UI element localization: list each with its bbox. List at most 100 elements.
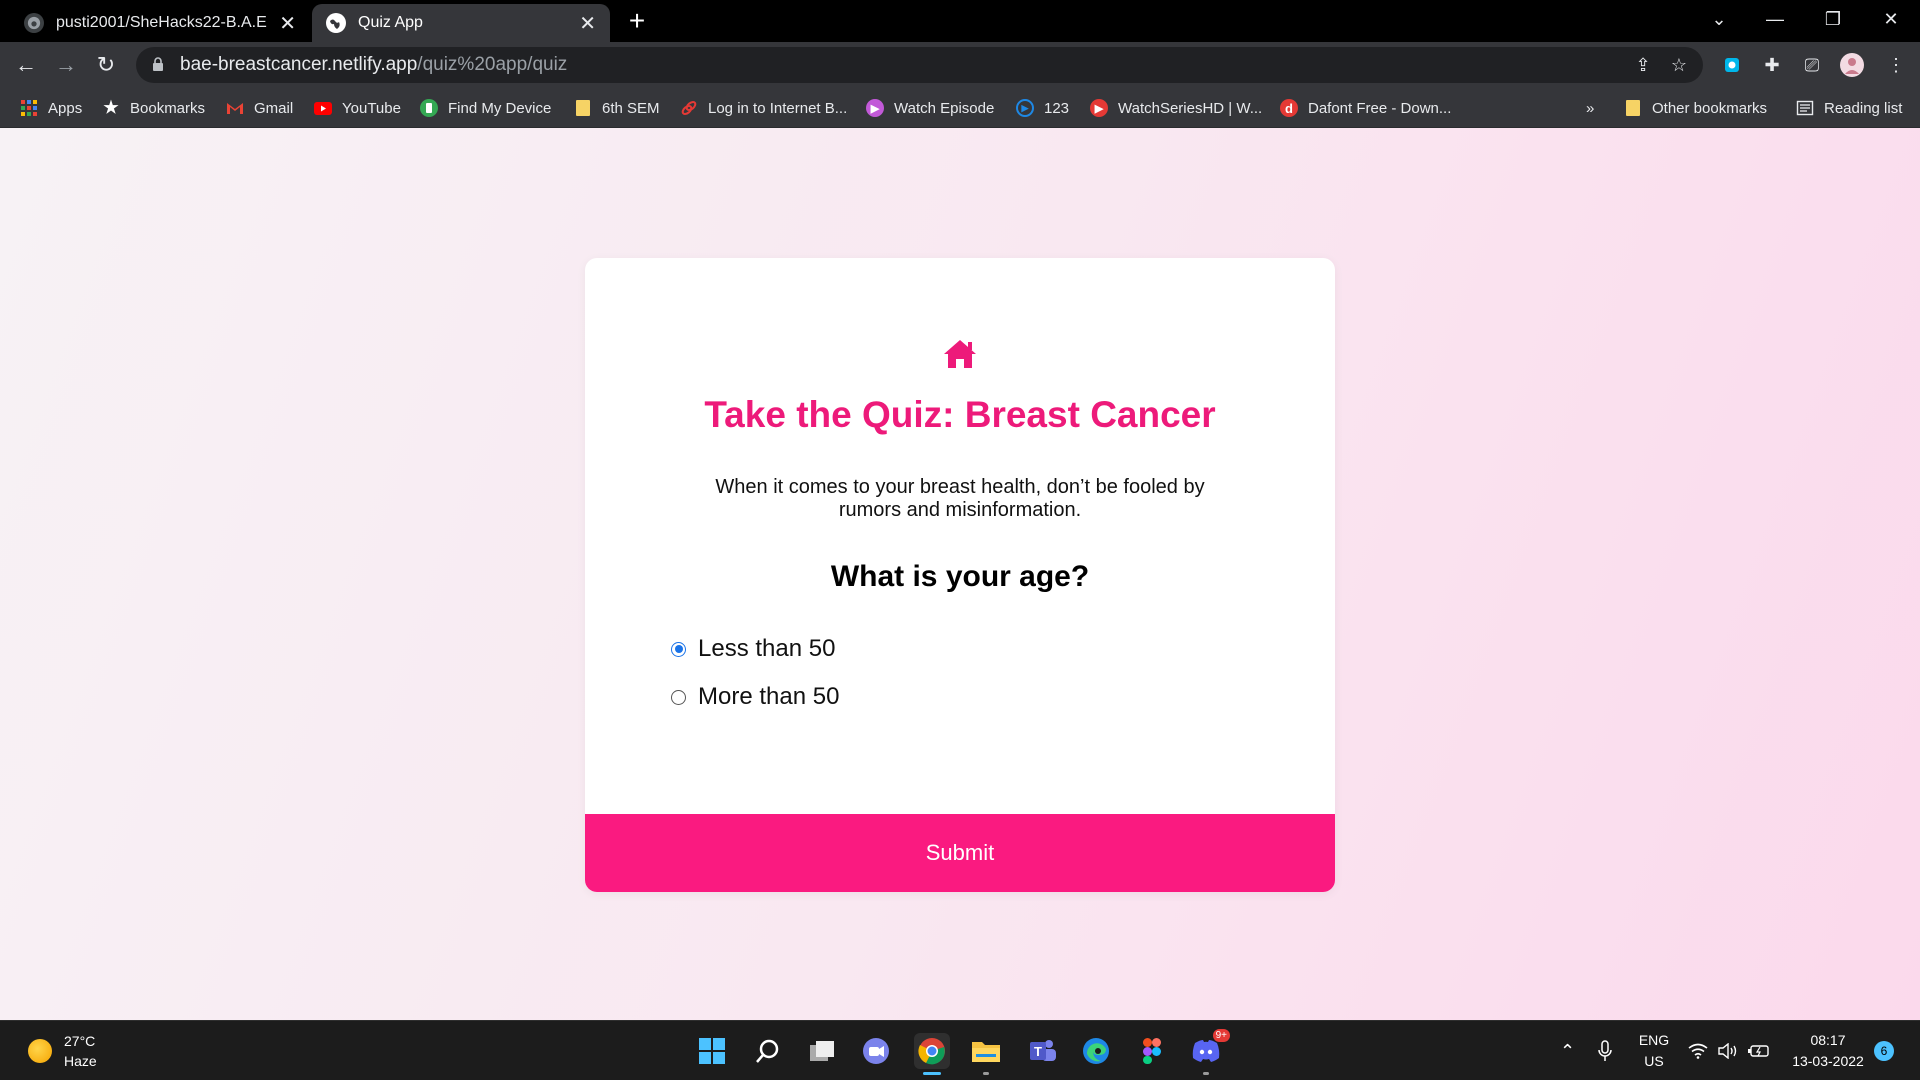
bookmark-star-icon[interactable]: ☆ bbox=[1665, 51, 1693, 79]
windows-start-icon[interactable] bbox=[694, 1033, 730, 1069]
star-icon: ★ bbox=[103, 98, 119, 117]
folder-icon bbox=[1624, 99, 1642, 117]
bookmark-bookmarks[interactable]: ★ Bookmarks bbox=[102, 88, 205, 128]
chrome-icon[interactable] bbox=[914, 1033, 950, 1075]
extension-icon[interactable] bbox=[1716, 49, 1748, 81]
bookmark-label: YouTube bbox=[342, 99, 401, 117]
bookmark-6th-sem[interactable]: 6th SEM bbox=[574, 88, 660, 128]
volume-icon[interactable] bbox=[1718, 1021, 1738, 1080]
bookmark-123[interactable]: ▶ 123 bbox=[1016, 88, 1069, 128]
weather-condition: Haze bbox=[64, 1053, 97, 1069]
discord-icon[interactable]: 9+ bbox=[1188, 1029, 1230, 1075]
option-less-than-50[interactable]: Less than 50 bbox=[671, 634, 835, 664]
gmail-icon bbox=[226, 99, 244, 117]
home-icon[interactable] bbox=[942, 338, 978, 370]
reading-list-button[interactable]: Reading list bbox=[1796, 88, 1902, 128]
address-bar[interactable]: bae-breastcancer.netlify.app/quiz%20app/… bbox=[136, 47, 1703, 83]
active-indicator bbox=[923, 1072, 941, 1075]
chat-icon[interactable] bbox=[858, 1033, 894, 1069]
close-tab-icon[interactable]: ✕ bbox=[579, 11, 596, 36]
task-view-icon[interactable] bbox=[804, 1033, 840, 1069]
question-text: What is your age? bbox=[830, 560, 1090, 593]
close-window-button[interactable]: ✕ bbox=[1868, 0, 1914, 38]
globe-icon bbox=[326, 13, 346, 33]
input-language[interactable]: ENG bbox=[1636, 1032, 1672, 1048]
bookmarks-overflow[interactable]: » bbox=[1586, 88, 1594, 128]
tab-strip: pusti2001/SheHacks22-B.A.E ✕ Quiz App ✕ … bbox=[0, 0, 1920, 42]
input-region[interactable]: US bbox=[1636, 1053, 1672, 1069]
battery-icon[interactable] bbox=[1748, 1021, 1770, 1080]
bookmark-find-my-device[interactable]: Find My Device bbox=[420, 88, 551, 128]
bookmark-watchserieshd[interactable]: ▶ WatchSeriesHD | W... bbox=[1090, 88, 1262, 128]
tab-search-icon[interactable]: ⌄ bbox=[1696, 0, 1742, 38]
bookmark-dafont[interactable]: d Dafont Free - Down... bbox=[1280, 88, 1451, 128]
dafont-icon: d bbox=[1280, 99, 1298, 117]
option-label: Less than 50 bbox=[698, 635, 836, 662]
quiz-card: Take the Quiz: Breast Cancer When it com… bbox=[585, 258, 1335, 892]
bookmark-other-bookmarks[interactable]: Other bookmarks bbox=[1624, 88, 1767, 128]
bookmarks-bar: Apps ★ Bookmarks Gmail YouTube Find My D… bbox=[0, 88, 1920, 128]
figma-icon[interactable] bbox=[1134, 1033, 1170, 1069]
share-icon[interactable]: ⇪ bbox=[1629, 51, 1657, 79]
find-device-icon bbox=[420, 99, 438, 117]
play-circle-icon: ▶ bbox=[1016, 99, 1034, 117]
forward-button[interactable]: → bbox=[50, 49, 82, 81]
radio-button[interactable] bbox=[671, 689, 686, 705]
url-path: /quiz%20app/quiz bbox=[417, 54, 568, 75]
bookmark-label: Bookmarks bbox=[130, 99, 206, 117]
tab-quiz-app[interactable]: Quiz App ✕ bbox=[312, 4, 610, 42]
restore-button[interactable]: ❐ bbox=[1810, 0, 1856, 38]
menu-icon[interactable]: ⋮ bbox=[1880, 49, 1912, 81]
youtube-icon bbox=[314, 99, 332, 117]
bookmark-label: WatchSeriesHD | W... bbox=[1118, 99, 1263, 117]
bookmark-apps[interactable]: Apps bbox=[20, 88, 82, 128]
quiz-description: When it comes to your breast health, don… bbox=[715, 476, 1205, 521]
clock-time[interactable]: 08:17 bbox=[1782, 1032, 1874, 1048]
svg-text:T: T bbox=[1034, 1044, 1042, 1059]
page-title: Take the Quiz: Breast Cancer bbox=[704, 394, 1216, 435]
search-icon[interactable] bbox=[750, 1033, 786, 1069]
page-viewport: Take the Quiz: Breast Cancer When it com… bbox=[0, 128, 1920, 1020]
cast-icon[interactable]: ⎚ bbox=[1796, 49, 1828, 81]
wifi-icon[interactable] bbox=[1688, 1021, 1708, 1080]
bookmark-label: Other bookmarks bbox=[1652, 99, 1768, 117]
folder-icon bbox=[574, 99, 592, 117]
teams-icon[interactable]: T bbox=[1024, 1033, 1060, 1069]
submit-button[interactable]: Submit bbox=[585, 814, 1335, 892]
new-tab-button[interactable]: + bbox=[622, 4, 652, 38]
bookmark-label: Watch Episode bbox=[894, 99, 995, 117]
bookmark-label: Find My Device bbox=[448, 99, 552, 117]
weather-temperature: 27°C bbox=[64, 1033, 96, 1049]
notification-badge[interactable]: 6 bbox=[1874, 1041, 1894, 1061]
bookmark-label: Log in to Internet B... bbox=[708, 99, 848, 117]
microphone-icon[interactable] bbox=[1598, 1021, 1612, 1080]
bookmark-internet-login[interactable]: Log in to Internet B... bbox=[680, 88, 847, 128]
bookmark-label: Gmail bbox=[254, 99, 294, 117]
radio-button[interactable] bbox=[671, 641, 686, 657]
browser-toolbar: ← → ↻ bae-breastcancer.netlify.app/quiz%… bbox=[0, 42, 1920, 88]
link-icon bbox=[680, 99, 698, 117]
puzzle-icon[interactable]: ✚ bbox=[1756, 49, 1788, 81]
bookmark-gmail[interactable]: Gmail bbox=[226, 88, 293, 128]
minimize-button[interactable]: — bbox=[1752, 0, 1798, 38]
chevron-up-icon[interactable]: ⌃ bbox=[1560, 1021, 1575, 1080]
back-button[interactable]: ← bbox=[10, 49, 42, 81]
clock-date[interactable]: 13-03-2022 bbox=[1782, 1053, 1874, 1069]
reload-button[interactable]: ↻ bbox=[90, 49, 122, 81]
bookmark-watch-episode[interactable]: ▶ Watch Episode bbox=[866, 88, 994, 128]
url-host: bae-breastcancer.netlify.app bbox=[180, 54, 418, 75]
tab-title: Quiz App bbox=[358, 14, 423, 31]
close-tab-icon[interactable]: ✕ bbox=[279, 11, 296, 36]
option-more-than-50[interactable]: More than 50 bbox=[671, 682, 839, 712]
bookmark-youtube[interactable]: YouTube bbox=[314, 88, 401, 128]
avatar[interactable] bbox=[1836, 49, 1868, 81]
file-explorer-icon[interactable] bbox=[968, 1033, 1004, 1075]
bookmark-label: 123 bbox=[1044, 99, 1070, 117]
option-label: More than 50 bbox=[698, 683, 840, 710]
tab-title: pusti2001/SheHacks22-B.A.E bbox=[56, 14, 267, 31]
bookmark-label: Dafont Free - Down... bbox=[1308, 99, 1452, 117]
play-icon: ▶ bbox=[1090, 99, 1108, 117]
discord-notification-badge: 9+ bbox=[1212, 1029, 1230, 1042]
tab-github[interactable]: pusti2001/SheHacks22-B.A.E ✕ bbox=[10, 4, 310, 42]
edge-icon[interactable] bbox=[1078, 1033, 1114, 1069]
